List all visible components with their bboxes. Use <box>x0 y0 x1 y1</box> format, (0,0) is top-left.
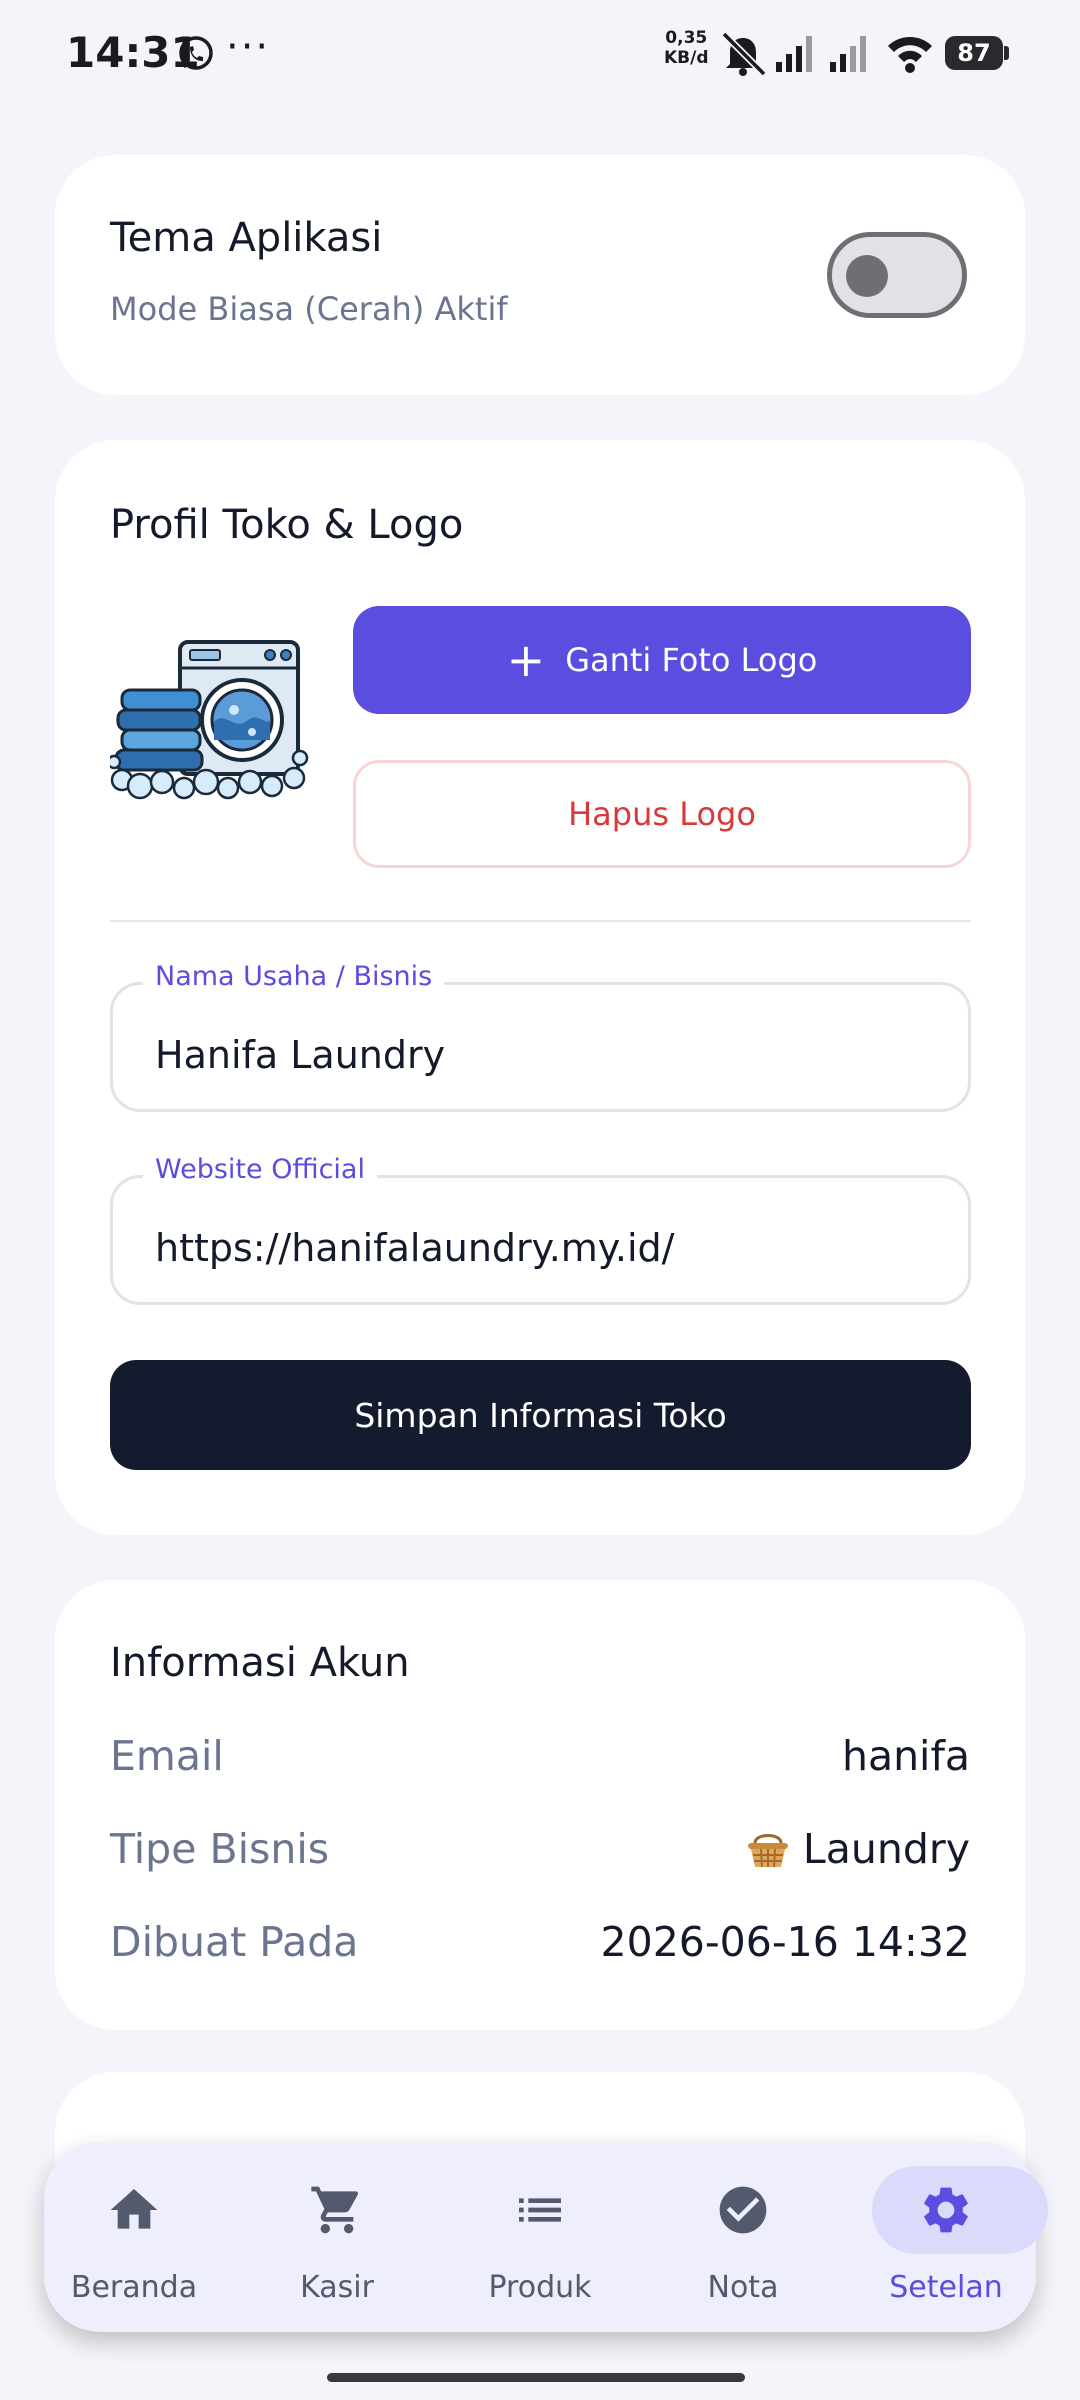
battery-icon: 87 <box>945 36 1003 70</box>
nav-label-kasir: Kasir <box>300 2270 374 2305</box>
battery-tip <box>1004 46 1009 60</box>
status-bar: 14:31 ··· 0,35 KB/d 87 <box>0 0 1080 105</box>
nav-label-produk: Produk <box>488 2270 592 2305</box>
basket-icon <box>747 1834 788 1868</box>
more-dots-icon: ··· <box>226 24 271 70</box>
change-logo-label: Ganti Foto Logo <box>565 641 818 679</box>
nav-produk[interactable]: Produk <box>450 2142 630 2332</box>
nav-kasir[interactable]: Kasir <box>247 2142 427 2332</box>
email-value: hanifa <box>841 1732 970 1780</box>
laundry-logo-image <box>110 640 309 800</box>
email-label: Email <box>110 1732 224 1780</box>
gear-icon <box>924 2187 968 2233</box>
website-input[interactable]: https://hanifalaundry.my.id/ <box>155 1226 674 1270</box>
nav-setelan[interactable]: Setelan <box>856 2142 1048 2332</box>
list-icon <box>519 2198 561 2222</box>
remove-logo-button[interactable]: Hapus Logo <box>353 760 971 868</box>
theme-toggle[interactable] <box>827 232 967 318</box>
business-name-input[interactable]: Hanifa Laundry <box>155 1033 445 1077</box>
theme-card: Tema Aplikasi Mode Biasa (Cerah) Aktif <box>55 155 1025 395</box>
profile-title: Profil Toko & Logo <box>110 502 464 548</box>
account-title: Informasi Akun <box>110 1640 410 1686</box>
signal-icon <box>776 36 812 72</box>
plus-icon: + <box>506 633 546 687</box>
business-name-label: Nama Usaha / Bisnis <box>143 961 445 992</box>
created-at-label: Dibuat Pada <box>110 1918 359 1966</box>
theme-title: Tema Aplikasi <box>110 215 383 261</box>
business-type-label: Tipe Bisnis <box>110 1825 330 1873</box>
change-logo-button[interactable]: + Ganti Foto Logo <box>353 606 971 714</box>
business-name-field[interactable]: Nama Usaha / Bisnis Hanifa Laundry <box>110 961 971 1112</box>
account-card: Informasi Akun Email hanifa Tipe Bisnis … <box>55 1580 1025 2030</box>
home-indicator[interactable] <box>327 2373 745 2382</box>
nav-label-nota: Nota <box>707 2270 779 2305</box>
home-icon <box>110 2189 158 2229</box>
mute-icon <box>721 31 767 76</box>
whatsapp-icon <box>179 36 213 70</box>
business-type-value: Laundry <box>802 1825 970 1873</box>
profile-card: Profil Toko & Logo + Ganti Foto Logo Hap… <box>55 440 1025 1535</box>
nav-label-setelan: Setelan <box>889 2270 1003 2305</box>
cart-icon <box>311 2186 359 2234</box>
toggle-knob <box>846 255 888 297</box>
save-store-info-label: Simpan Informasi Toko <box>354 1395 727 1435</box>
bottom-nav: Beranda Kasir Produk Nota Setelan <box>44 2142 1048 2332</box>
check-circle-icon <box>719 2186 767 2234</box>
business-type-value-wrap: Laundry <box>745 1825 970 1873</box>
wifi-icon <box>888 37 932 73</box>
website-field[interactable]: Website Official https://hanifalaundry.m… <box>110 1154 971 1305</box>
nav-label-beranda: Beranda <box>70 2270 198 2305</box>
website-label: Website Official <box>143 1154 377 1185</box>
signal-icon <box>830 36 866 72</box>
nav-beranda[interactable]: Beranda <box>44 2142 224 2332</box>
nav-nota[interactable]: Nota <box>653 2142 833 2332</box>
theme-subtitle: Mode Biasa (Cerah) Aktif <box>110 290 508 328</box>
save-store-info-button[interactable]: Simpan Informasi Toko <box>110 1360 971 1470</box>
divider <box>110 920 971 922</box>
remove-logo-label: Hapus Logo <box>568 795 756 833</box>
created-at-value: 2026-06-16 14:32 <box>600 1918 970 1966</box>
